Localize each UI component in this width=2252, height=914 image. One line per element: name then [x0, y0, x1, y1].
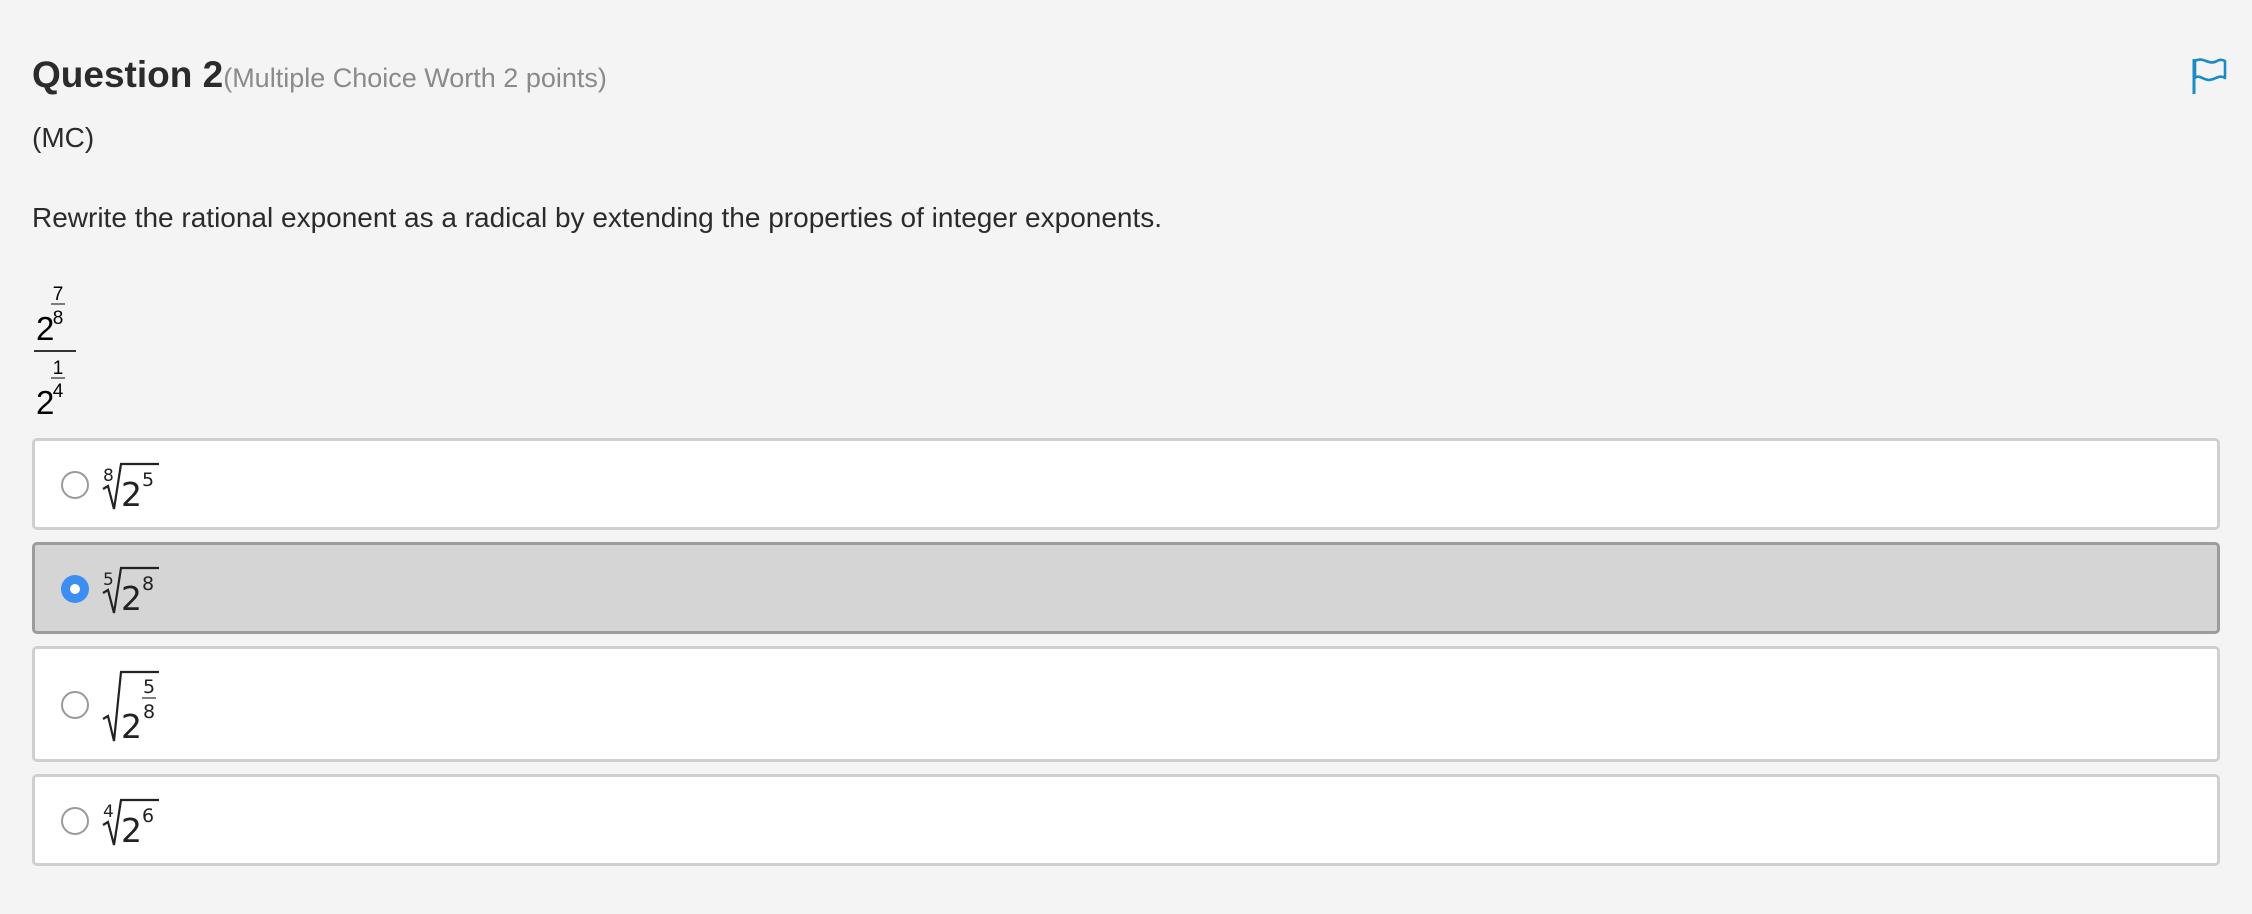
radicand-power-den: 8 — [143, 701, 155, 723]
radicand-base: 2 — [121, 579, 142, 618]
radicand-power-num: 5 — [143, 676, 155, 698]
radicand-base: 2 — [121, 811, 142, 850]
question-worth: (Multiple Choice Worth 2 points) — [223, 63, 607, 93]
radical-index: 4 — [103, 802, 114, 822]
radical-expression: 4 2 6 — [101, 795, 181, 851]
denominator-base: 2 — [36, 384, 54, 418]
radio-button[interactable] — [61, 691, 89, 719]
radicand-base: 2 — [121, 707, 142, 746]
radical-index: 8 — [103, 466, 114, 486]
radical-expression: 2 5 8 — [101, 667, 181, 747]
radicand-power: 5 — [142, 469, 154, 491]
radio-button-selected[interactable] — [61, 575, 89, 603]
question-type-tag: (MC) — [32, 122, 95, 153]
question-header: Question 2(Multiple Choice Worth 2 point… — [32, 54, 607, 96]
denominator-exp-den: 4 — [53, 381, 64, 402]
answer-option-4[interactable]: 4 2 6 — [32, 774, 2220, 866]
radicand-base: 2 — [121, 475, 142, 514]
answer-option-3[interactable]: 2 5 8 — [32, 646, 2220, 762]
question-title: Question 2 — [32, 54, 224, 95]
question-prompt: Rewrite the rational exponent as a radic… — [32, 202, 1163, 233]
radical-expression: 5 2 8 — [101, 563, 181, 619]
radical-index: 5 — [103, 570, 114, 590]
expression-fraction: 7 8 2 1 4 2 — [32, 278, 80, 421]
answer-option-1[interactable]: 8 2 5 — [32, 438, 2220, 530]
radio-button[interactable] — [61, 471, 89, 499]
radicand-power: 8 — [142, 573, 154, 595]
numerator-base: 2 — [36, 310, 54, 347]
numerator-exp-num: 7 — [53, 284, 64, 305]
radicand-power: 6 — [142, 805, 154, 827]
answer-option-2[interactable]: 5 2 8 — [32, 542, 2220, 634]
radical-expression: 8 2 5 — [101, 459, 181, 515]
radio-button[interactable] — [61, 807, 89, 835]
flag-icon[interactable] — [2189, 56, 2229, 96]
denominator-exp-num: 1 — [53, 358, 64, 379]
